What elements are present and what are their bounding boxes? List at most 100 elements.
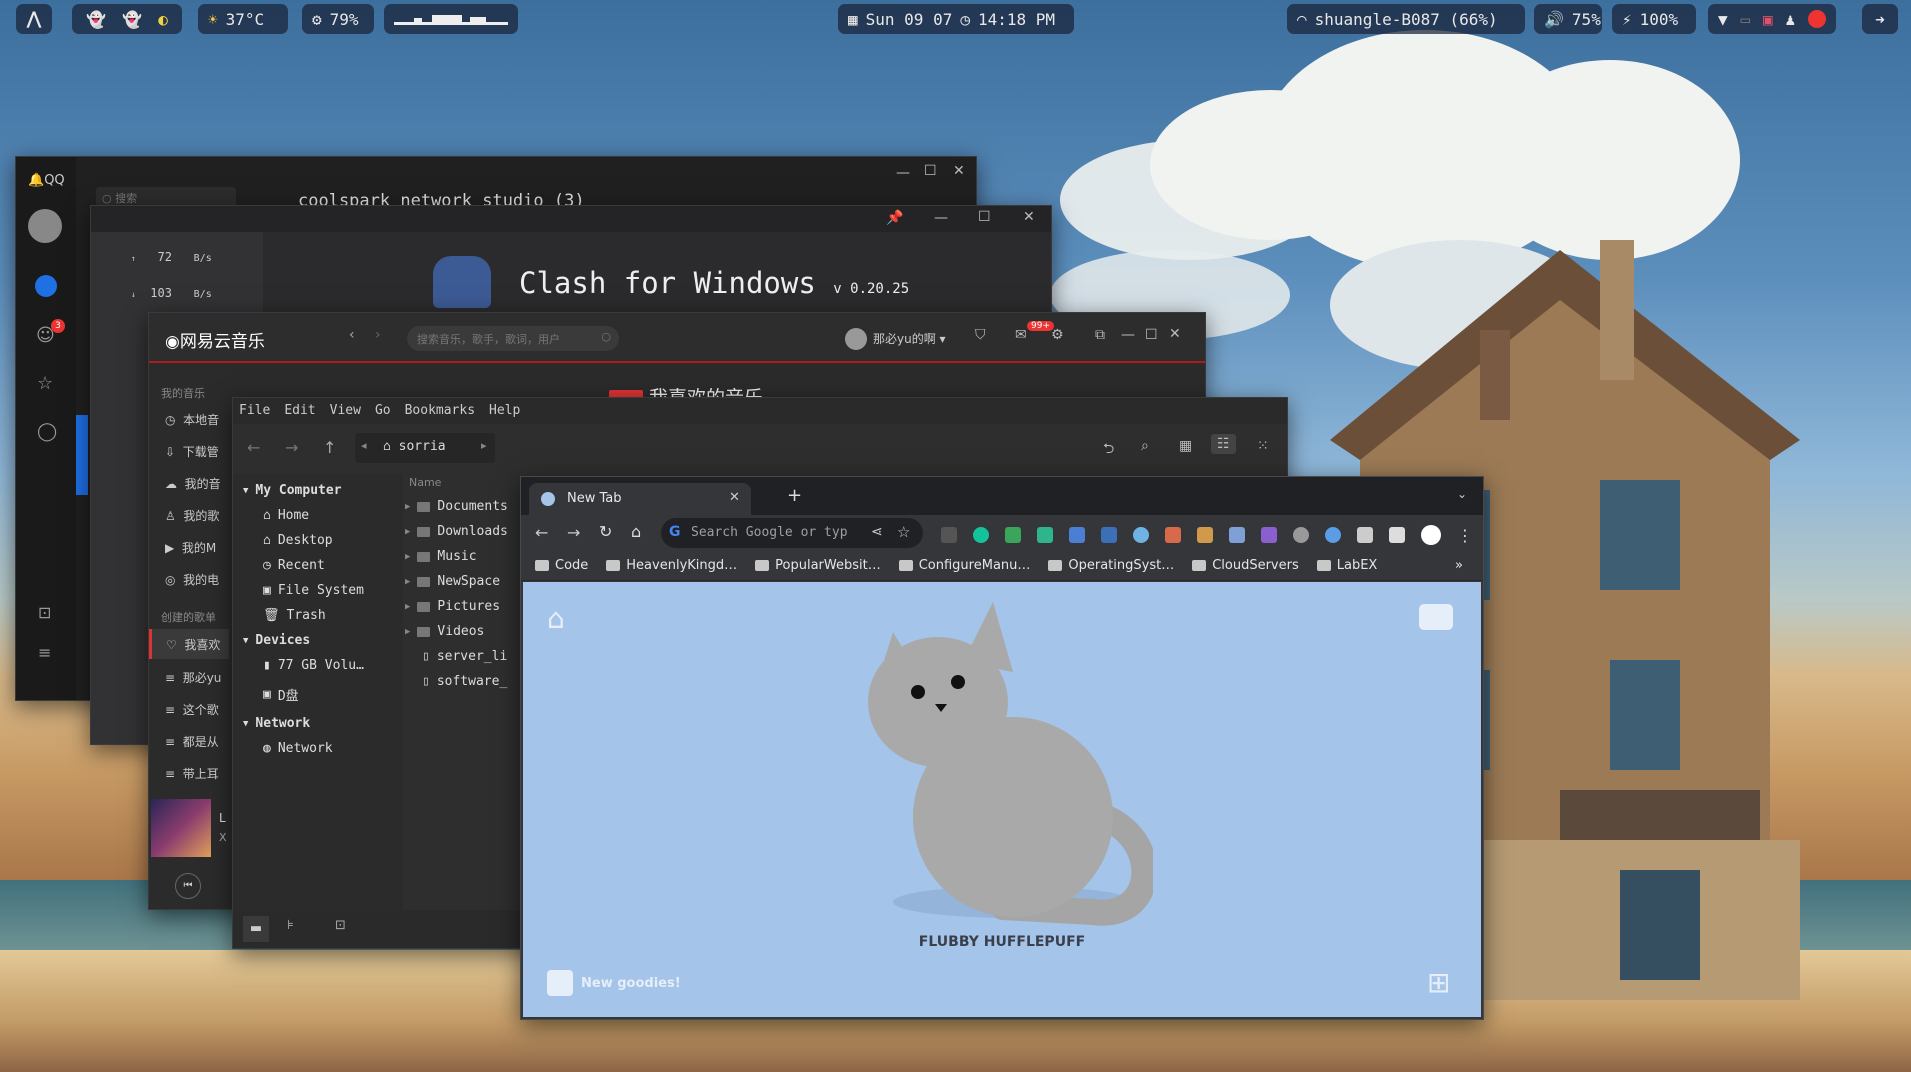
star-icon[interactable]: ☆ <box>897 523 910 541</box>
new-goodies-button[interactable]: New goodies! <box>547 970 681 996</box>
place-network[interactable]: ◍ Network <box>233 736 403 761</box>
list-item[interactable]: ▶ Music <box>405 544 508 569</box>
avatar[interactable] <box>845 328 867 350</box>
playlist-item[interactable]: ≡ 带上耳 <box>165 765 219 782</box>
place-desktop[interactable]: ⌂ Desktop <box>233 528 403 553</box>
list-item[interactable]: ▶ Documents <box>405 494 508 519</box>
profile-avatar-icon[interactable] <box>1421 525 1441 545</box>
clash-minimize-button[interactable]: — <box>934 210 948 226</box>
omnibox[interactable]: G Search Google or typ ⋖ ☆ <box>661 518 923 548</box>
home-icon[interactable]: ⌂ <box>631 522 641 541</box>
bookmark-folder[interactable]: HeavenlyKingd… <box>606 558 737 573</box>
home-icon[interactable]: ⌂ <box>547 602 565 635</box>
pdf-ext-icon[interactable] <box>1165 527 1181 543</box>
clash-maximize-button[interactable]: ☐ <box>978 209 991 225</box>
netease-search-input[interactable]: 搜索音乐，歌手，歌词，用户 ○ <box>407 326 619 351</box>
gray-circle-icon[interactable] <box>1293 527 1309 543</box>
column-header-name[interactable]: Name <box>409 476 441 489</box>
list-item[interactable]: ▯ software_ <box>405 669 508 694</box>
tab-search-icon[interactable]: ⌄ <box>1457 487 1467 501</box>
shield-icon[interactable] <box>1005 527 1021 543</box>
battery-widget[interactable]: ⚡ 100% <box>1612 4 1696 34</box>
menu-file[interactable]: File <box>239 403 270 419</box>
camera-icon[interactable] <box>1419 604 1453 630</box>
list-item[interactable]: ▶ Videos <box>405 619 508 644</box>
bookmark-folder[interactable]: CloudServers <box>1192 558 1299 573</box>
blue-circle-icon[interactable] <box>1325 527 1341 543</box>
place-home[interactable]: ⌂ Home <box>233 503 403 528</box>
sidebar-item-mv[interactable]: ▶ 我的M <box>165 539 216 556</box>
places-toggle-icon[interactable]: ▬ <box>243 916 269 942</box>
list-view-icon[interactable]: ☷ <box>1211 434 1236 454</box>
back-arrow-icon[interactable]: ← <box>535 523 548 542</box>
section-devices[interactable]: ▼ Devices <box>233 628 403 653</box>
album-cover[interactable] <box>151 799 211 857</box>
device-d-drive[interactable]: ▣ D盘 <box>233 682 403 707</box>
breadcrumb-right-icon[interactable]: ▸ <box>481 439 487 452</box>
bookmark-folder[interactable]: OperatingSyst… <box>1048 558 1174 573</box>
forward-arrow-icon[interactable]: › <box>375 327 381 343</box>
new-tab-button[interactable]: + <box>787 485 802 506</box>
circle-icon[interactable]: ◯ <box>37 421 57 442</box>
m-ext-icon[interactable] <box>1101 527 1117 543</box>
tree-toggle-icon[interactable]: ⊧ <box>287 918 294 933</box>
chat-ext-icon[interactable] <box>1037 527 1053 543</box>
previous-track-button[interactable]: ⏮ <box>175 873 201 899</box>
list-item[interactable]: ▶ NewSpace <box>405 569 508 594</box>
side-panel-icon[interactable] <box>1389 527 1405 543</box>
sidebar-item-radio[interactable]: ◎ 我的电 <box>165 571 219 588</box>
qq-minimize-button[interactable]: — <box>896 165 910 181</box>
clash-close-button[interactable]: ✕ <box>1023 209 1035 225</box>
message-icon[interactable] <box>35 275 57 297</box>
tab-new-tab[interactable]: New Tab ✕ <box>529 483 751 515</box>
netease-logo[interactable]: ◉网易云音乐 <box>165 327 265 352</box>
qq-maximize-button[interactable]: ☐ <box>924 163 937 179</box>
pin-icon[interactable]: 📌 <box>886 210 903 226</box>
weather-widget[interactable]: ☀ 37°C <box>198 4 288 34</box>
menu-view[interactable]: View <box>330 403 361 419</box>
window-tray-icon[interactable]: ▭ <box>1741 10 1751 29</box>
sidebar-item-download[interactable]: ⇩ 下载管 <box>165 443 219 460</box>
back-arrow-icon[interactable]: ← <box>247 438 260 457</box>
user-name[interactable]: 那必yu的啊 ▾ <box>873 330 946 347</box>
purple-ext-icon[interactable] <box>1261 527 1277 543</box>
playlist-item[interactable]: ≡ 这个歌 <box>165 701 219 718</box>
hide-sidebar-icon[interactable]: ⊡ <box>335 918 346 933</box>
network-tray-icon[interactable]: ▼ <box>1718 10 1728 29</box>
translate-icon[interactable] <box>1069 527 1085 543</box>
forward-arrow-icon[interactable]: → <box>285 438 298 457</box>
sidebar-item-local[interactable]: ◷ 本地音 <box>165 411 219 428</box>
brightness-widget[interactable]: ⚙ 79% <box>302 4 374 34</box>
device-volume[interactable]: ▮ 77 GB Volu… <box>233 653 403 678</box>
compact-view-icon[interactable]: ⁙ <box>1257 438 1269 454</box>
netease-close-button[interactable]: ✕ <box>1169 326 1181 342</box>
playlist-item[interactable]: ≡ 都是从 <box>165 733 219 750</box>
wifi-widget[interactable]: ◠ shuangle-B087 (66%) <box>1287 4 1525 34</box>
list-item[interactable]: ▯ server_li <box>405 644 508 669</box>
reload-icon[interactable]: ↻ <box>599 522 612 541</box>
hook-ext-icon[interactable] <box>1197 527 1213 543</box>
search-icon[interactable]: ⌕ <box>1141 438 1149 454</box>
puzzle-ext-icon[interactable] <box>941 527 957 543</box>
volume-widget[interactable]: 🔊 75% <box>1534 4 1602 34</box>
up-arrow-icon[interactable]: ↑ <box>323 438 336 457</box>
menu-bookmarks[interactable]: Bookmarks <box>405 403 475 419</box>
menu-help[interactable]: Help <box>489 403 520 419</box>
netease-maximize-button[interactable]: ☐ <box>1145 327 1158 343</box>
share-icon[interactable]: ⋖ <box>871 524 883 540</box>
launcher-button[interactable]: ⋀ <box>16 4 52 34</box>
toggle-location-icon[interactable]: ⮌ <box>1103 438 1114 462</box>
penguin-tray-icon[interactable]: ♟ <box>1786 10 1796 29</box>
tab-close-icon[interactable]: ✕ <box>729 490 740 505</box>
playlist-item[interactable]: ≡ 那必yu <box>165 669 221 686</box>
gift-icon[interactable]: ⊞ <box>1427 966 1450 999</box>
list-item[interactable]: ▶ Downloads <box>405 519 508 544</box>
shirt-icon[interactable]: ⛉ <box>975 327 986 343</box>
place-recent[interactable]: ◷ Recent <box>233 553 403 578</box>
bookmarks-overflow-button[interactable]: » <box>1455 558 1463 573</box>
section-my-computer[interactable]: ▼ My Computer <box>233 478 403 503</box>
back-arrow-icon[interactable]: ‹ <box>349 327 355 343</box>
kebab-menu-icon[interactable]: ⋮ <box>1457 526 1473 545</box>
menu-edit[interactable]: Edit <box>284 403 315 419</box>
workspace-indicator[interactable]: 👻 👻 ◐ <box>72 4 182 34</box>
